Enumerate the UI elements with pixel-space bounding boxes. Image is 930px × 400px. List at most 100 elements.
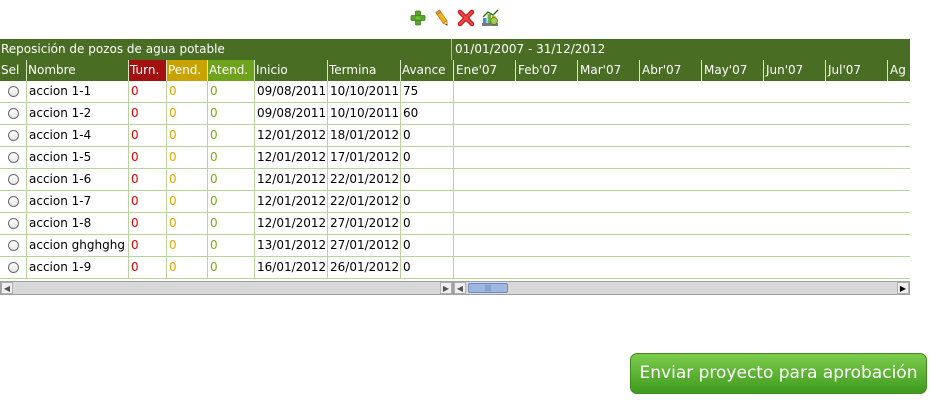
start-date: 12/01/2012 xyxy=(255,213,328,234)
scrollbars: ◀ ▶ ◀ ||| ▶ xyxy=(0,281,910,295)
column-header-inicio[interactable]: Inicio xyxy=(255,60,328,81)
pend-count: 0 xyxy=(167,103,208,124)
pend-count: 0 xyxy=(167,147,208,168)
atend-count: 0 xyxy=(208,191,255,212)
column-header-termina[interactable]: Termina xyxy=(328,60,401,81)
progress-value: 0 xyxy=(403,260,411,274)
period-range: 01/01/2007 - 31/12/2012 xyxy=(455,42,606,56)
turn-count: 0 xyxy=(129,81,167,102)
toolbar xyxy=(408,7,500,29)
select-cell xyxy=(0,169,27,190)
column-header-avance[interactable]: Avance xyxy=(401,60,453,81)
scroll-right-arrow-icon[interactable]: ▶ xyxy=(897,282,909,294)
timeline-row xyxy=(454,125,910,147)
pend-count: 0 xyxy=(167,213,208,234)
atend-count: 0 xyxy=(208,147,255,168)
progress-value: 60 xyxy=(403,106,419,120)
column-header-sel[interactable]: Sel xyxy=(0,60,27,81)
column-header-nombre[interactable]: Nombre xyxy=(27,60,129,81)
select-radio[interactable] xyxy=(7,218,19,229)
select-cell xyxy=(0,147,27,168)
select-radio[interactable] xyxy=(7,86,19,97)
select-radio[interactable] xyxy=(7,130,19,141)
end-date: 10/10/2011 xyxy=(328,103,401,124)
timeline-row xyxy=(454,191,910,213)
scroll-left-arrow-icon[interactable]: ◀ xyxy=(454,282,466,294)
start-date: 12/01/2012 xyxy=(255,147,328,168)
atend-count: 0 xyxy=(208,81,255,102)
select-radio[interactable] xyxy=(7,196,19,207)
start-date: 12/01/2012 xyxy=(255,169,328,190)
month-header: Ene'07 xyxy=(454,60,516,81)
end-date: 27/01/2012 xyxy=(328,213,401,234)
add-icon[interactable] xyxy=(408,8,428,28)
edit-icon[interactable] xyxy=(432,8,452,28)
timeline-horizontal-scrollbar[interactable]: ◀ ||| ▶ xyxy=(453,281,910,295)
pend-count: 0 xyxy=(167,125,208,146)
task-name: accion ghghghg xyxy=(27,235,129,256)
timeline-row xyxy=(454,81,910,103)
turn-count: 0 xyxy=(129,103,167,124)
column-header-pend[interactable]: Pend. xyxy=(167,60,208,81)
select-cell xyxy=(0,235,27,256)
table-row[interactable]: accion 1-4 0 0 0 12/01/2012 18/01/2012 0 xyxy=(0,125,453,147)
select-radio[interactable] xyxy=(7,240,19,251)
progress-value: 0 xyxy=(403,172,411,186)
table-row[interactable]: accion 1-2 0 0 0 09/08/2011 10/10/2011 6… xyxy=(0,103,453,125)
column-header-atend[interactable]: Atend. xyxy=(208,60,255,81)
turn-count: 0 xyxy=(129,213,167,234)
chart-icon[interactable] xyxy=(480,8,500,28)
task-table: accion 1-1 0 0 0 09/08/2011 10/10/2011 7… xyxy=(0,81,453,279)
scroll-right-arrow-icon[interactable]: ▶ xyxy=(440,282,452,294)
end-date: 17/01/2012 xyxy=(328,147,401,168)
scroll-left-arrow-icon[interactable]: ◀ xyxy=(1,282,13,294)
atend-count: 0 xyxy=(208,235,255,256)
select-radio[interactable] xyxy=(7,152,19,163)
timeline-row xyxy=(454,169,910,191)
pend-count: 0 xyxy=(167,257,208,278)
table-row[interactable]: accion 1-6 0 0 0 12/01/2012 22/01/2012 0 xyxy=(0,169,453,191)
table-row[interactable]: accion 1-5 0 0 0 12/01/2012 17/01/2012 0 xyxy=(0,147,453,169)
column-header-turn[interactable]: Turn. xyxy=(129,60,167,81)
delete-icon[interactable] xyxy=(456,8,476,28)
grid-header-row: Sel Nombre Turn. Pend. Atend. Inicio Ter… xyxy=(0,60,910,81)
progress-value: 75 xyxy=(403,84,419,98)
turn-count: 0 xyxy=(129,147,167,168)
table-row[interactable]: accion ghghghg 0 0 0 13/01/2012 27/01/20… xyxy=(0,235,453,257)
timeline-row xyxy=(454,235,910,257)
progress-value: 0 xyxy=(403,128,411,142)
select-radio[interactable] xyxy=(7,262,19,273)
timeline-row xyxy=(454,213,910,235)
turn-count: 0 xyxy=(129,169,167,190)
scroll-thumb[interactable]: ||| xyxy=(468,283,508,293)
select-radio[interactable] xyxy=(7,174,19,185)
month-header: Mar'07 xyxy=(578,60,640,81)
timeline-row xyxy=(454,257,910,279)
month-header: Feb'07 xyxy=(516,60,578,81)
timeline-header: Ene'07 Feb'07 Mar'07 Abr'07 May'07 Jun'0… xyxy=(453,60,910,81)
task-name: accion 1-9 xyxy=(27,257,129,278)
turn-count: 0 xyxy=(129,191,167,212)
atend-count: 0 xyxy=(208,169,255,190)
month-header: Abr'07 xyxy=(640,60,702,81)
table-row[interactable]: accion 1-8 0 0 0 12/01/2012 27/01/2012 0 xyxy=(0,213,453,235)
start-date: 12/01/2012 xyxy=(255,191,328,212)
end-date: 10/10/2011 xyxy=(328,81,401,102)
end-date: 26/01/2012 xyxy=(328,257,401,278)
timeline-row xyxy=(454,103,910,125)
table-horizontal-scrollbar[interactable]: ◀ ▶ xyxy=(0,281,453,295)
grid-body: accion 1-1 0 0 0 09/08/2011 10/10/2011 7… xyxy=(0,81,910,279)
progress-value: 0 xyxy=(403,238,411,252)
month-header: May'07 xyxy=(702,60,764,81)
table-row[interactable]: accion 1-1 0 0 0 09/08/2011 10/10/2011 7… xyxy=(0,81,453,103)
atend-count: 0 xyxy=(208,213,255,234)
select-radio[interactable] xyxy=(7,108,19,119)
task-name: accion 1-6 xyxy=(27,169,129,190)
select-cell xyxy=(0,125,27,146)
table-row[interactable]: accion 1-7 0 0 0 12/01/2012 22/01/2012 0 xyxy=(0,191,453,213)
table-row[interactable]: accion 1-9 0 0 0 16/01/2012 26/01/2012 0 xyxy=(0,257,453,279)
end-date: 22/01/2012 xyxy=(328,169,401,190)
submit-for-approval-button[interactable]: Enviar proyecto para aprobación xyxy=(630,353,927,394)
end-date: 18/01/2012 xyxy=(328,125,401,146)
task-name: accion 1-4 xyxy=(27,125,129,146)
